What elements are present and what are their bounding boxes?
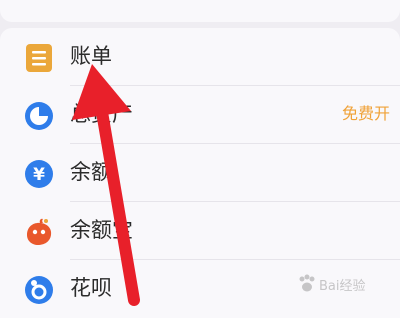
top-card [0, 0, 400, 22]
list-item-label: 账单 [70, 44, 112, 68]
list-item-label: 余额宝 [70, 218, 133, 242]
svg-text:¥: ¥ [33, 165, 45, 185]
paw-icon [299, 274, 315, 292]
yuebao-icon [24, 217, 54, 247]
bill-icon [24, 43, 54, 73]
huabei-icon [24, 275, 54, 305]
pie-chart-icon [24, 101, 54, 131]
list-item-label: 余额 [70, 160, 112, 184]
list-item-label: 花呗 [70, 276, 112, 300]
promo-text: 免费开 [341, 104, 390, 123]
list-item-total-assets[interactable]: 总资产 免费开 [0, 86, 400, 144]
watermark: Bai经验 [297, 269, 392, 299]
yuan-coin-icon: ¥ [24, 159, 54, 189]
list-item-balance[interactable]: ¥ 余额 [0, 144, 400, 202]
list-item-bill[interactable]: 账单 [0, 28, 400, 86]
list-item-yuebao[interactable]: 余额宝 [0, 202, 400, 260]
watermark-text: Bai经验 [319, 279, 366, 294]
list-item-label: 总资产 [70, 102, 133, 126]
